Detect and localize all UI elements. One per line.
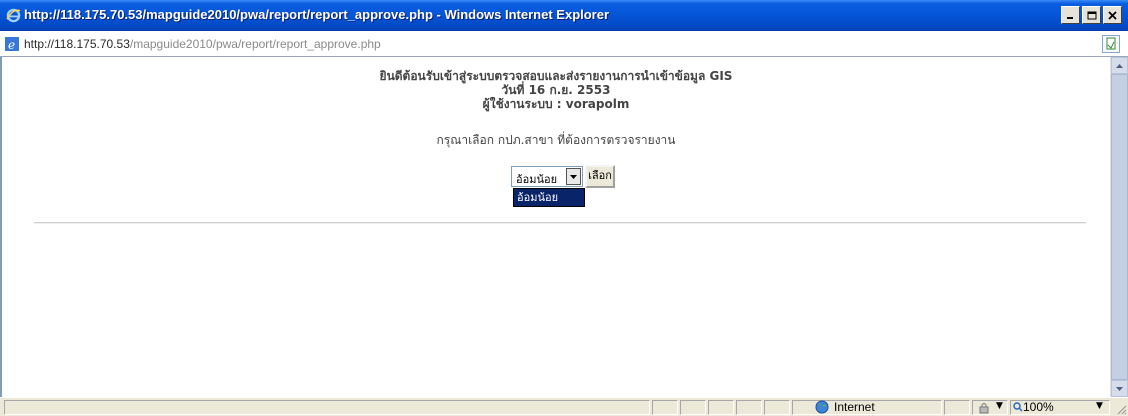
svg-text:e: e	[8, 38, 15, 52]
resize-grip-icon[interactable]	[1115, 403, 1127, 415]
user-text: ผู้ใช้งานระบบ : vorapolm	[482, 97, 630, 111]
scroll-thumb[interactable]	[1111, 74, 1128, 380]
address-bar[interactable]: e http://118.175.70.53/mapguide2010/pwa/…	[0, 31, 1128, 57]
page-doc-icon	[1106, 37, 1116, 50]
vertical-scrollbar[interactable]	[1110, 57, 1128, 397]
zoom-level: 100%	[1023, 400, 1054, 414]
chevron-down-icon[interactable]: ▼	[996, 401, 1003, 411]
branch-select-value: อ้อมน้อย	[516, 173, 558, 186]
lock-icon	[979, 403, 989, 414]
ie-logo-icon	[6, 8, 21, 23]
minimize-icon	[1067, 16, 1073, 19]
branch-select-dropdown: อ้อมน้อย	[513, 188, 585, 207]
branch-select[interactable]: อ้อมน้อย	[511, 166, 583, 187]
scroll-down-button[interactable]	[1111, 380, 1128, 397]
compatibility-icon[interactable]	[1102, 35, 1120, 53]
status-panel	[944, 400, 970, 415]
zoom-icon	[1013, 402, 1023, 412]
maximize-icon	[1087, 11, 1096, 19]
globe-icon	[815, 400, 829, 414]
zone-label: Internet	[834, 400, 875, 414]
divider	[34, 222, 1086, 224]
chevron-up-icon	[1116, 63, 1123, 68]
select-dropdown-arrow[interactable]	[566, 168, 581, 185]
maximize-button[interactable]	[1082, 6, 1101, 24]
instruction-text: กรุณาเลือก กปภ.สาขา ที่ต้องการตรวจรายงาน	[436, 133, 676, 147]
page-content: ยินดีต้อนรับเข้าสู่ระบบตรวจสอบและส่งรายง…	[0, 57, 1110, 397]
dropdown-option[interactable]: อ้อมน้อย	[514, 189, 584, 206]
close-icon	[1108, 10, 1117, 20]
status-text-area	[4, 400, 650, 415]
chevron-down-icon	[570, 174, 577, 179]
window-title: http://118.175.70.53/mapguide2010/pwa/re…	[24, 7, 610, 22]
minimize-button[interactable]	[1061, 6, 1080, 24]
status-panel	[708, 400, 734, 415]
close-button[interactable]	[1103, 6, 1122, 24]
address-url[interactable]: http://118.175.70.53/mapguide2010/pwa/re…	[24, 37, 381, 51]
select-submit-button[interactable]: เลือก	[585, 165, 615, 188]
chevron-down-icon[interactable]: ▼	[1096, 401, 1103, 411]
scroll-up-button[interactable]	[1111, 57, 1128, 74]
status-panel	[764, 400, 790, 415]
window-titlebar[interactable]: http://118.175.70.53/mapguide2010/pwa/re…	[0, 0, 1128, 31]
status-panel	[652, 400, 678, 415]
url-host: http://118.175.70.53	[24, 37, 130, 51]
status-panel	[736, 400, 762, 415]
chevron-down-icon	[1116, 386, 1123, 391]
ie-page-icon: e	[5, 37, 19, 52]
status-bar: Internet ▼ 100% ▼	[0, 397, 1128, 416]
url-path: /mapguide2010/pwa/report/report_approve.…	[129, 37, 381, 51]
status-panel	[680, 400, 706, 415]
